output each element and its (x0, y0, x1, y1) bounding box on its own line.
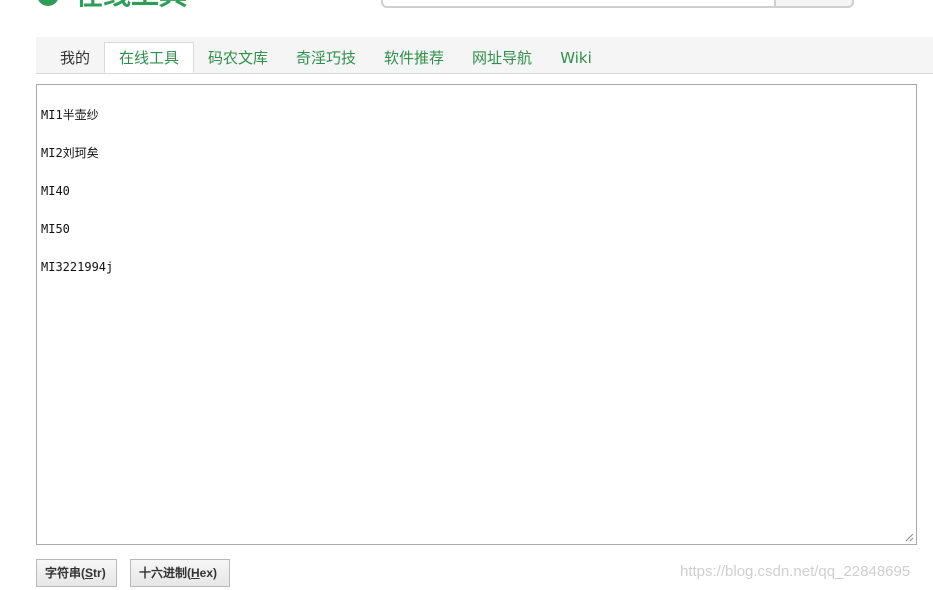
tab-mine[interactable]: 我的 (60, 43, 90, 73)
logo-icon (37, 0, 59, 6)
string-button-rest: tr (93, 566, 102, 580)
page: 在线工具 我的 在线工具 码农文库 奇淫巧技 软件推荐 网址导航 Wiki MI… (0, 0, 933, 590)
string-button-prefix: 字符串( (45, 566, 85, 580)
editor-line-5: MI3221994j (41, 260, 114, 274)
tab-online-tools[interactable]: 在线工具 (104, 42, 194, 73)
tab-software-recommend[interactable]: 软件推荐 (383, 43, 445, 73)
tab-coder-library[interactable]: 码农文库 (207, 43, 269, 73)
string-button[interactable]: 字符串(Str) (36, 559, 117, 587)
hex-button-suffix: ) (213, 566, 218, 580)
editor-line-1: MI1半壶纱 (41, 108, 99, 122)
resize-grip-icon[interactable] (904, 532, 914, 542)
string-button-suffix: ) (101, 566, 106, 580)
search-button[interactable] (774, 0, 854, 8)
hex-button-accesskey: H (191, 566, 200, 580)
editor-line-3: MI40 (41, 184, 70, 198)
hex-button[interactable]: 十六进制(Hex) (130, 559, 230, 587)
hex-button-prefix: 十六进制( (139, 566, 191, 580)
text-input-area[interactable]: MI1半壶纱 MI2刘珂矣 MI40 MI50 MI3221994j (36, 84, 917, 545)
tab-wiki[interactable]: Wiki (559, 43, 593, 73)
logo-title: 在线工具 (75, 0, 187, 12)
tab-bar: 我的 在线工具 码农文库 奇淫巧技 软件推荐 网址导航 Wiki (36, 37, 933, 74)
search-input[interactable] (381, 0, 776, 8)
tab-tips-tricks[interactable]: 奇淫巧技 (295, 43, 357, 73)
hex-button-rest: ex (199, 566, 214, 580)
editor-line-2: MI2刘珂矣 (41, 146, 99, 160)
editor-line-4: MI50 (41, 222, 70, 236)
tab-url-navigation[interactable]: 网址导航 (471, 43, 533, 73)
watermark: https://blog.csdn.net/qq_22848695 (680, 563, 911, 580)
string-button-accesskey: S (85, 566, 94, 580)
